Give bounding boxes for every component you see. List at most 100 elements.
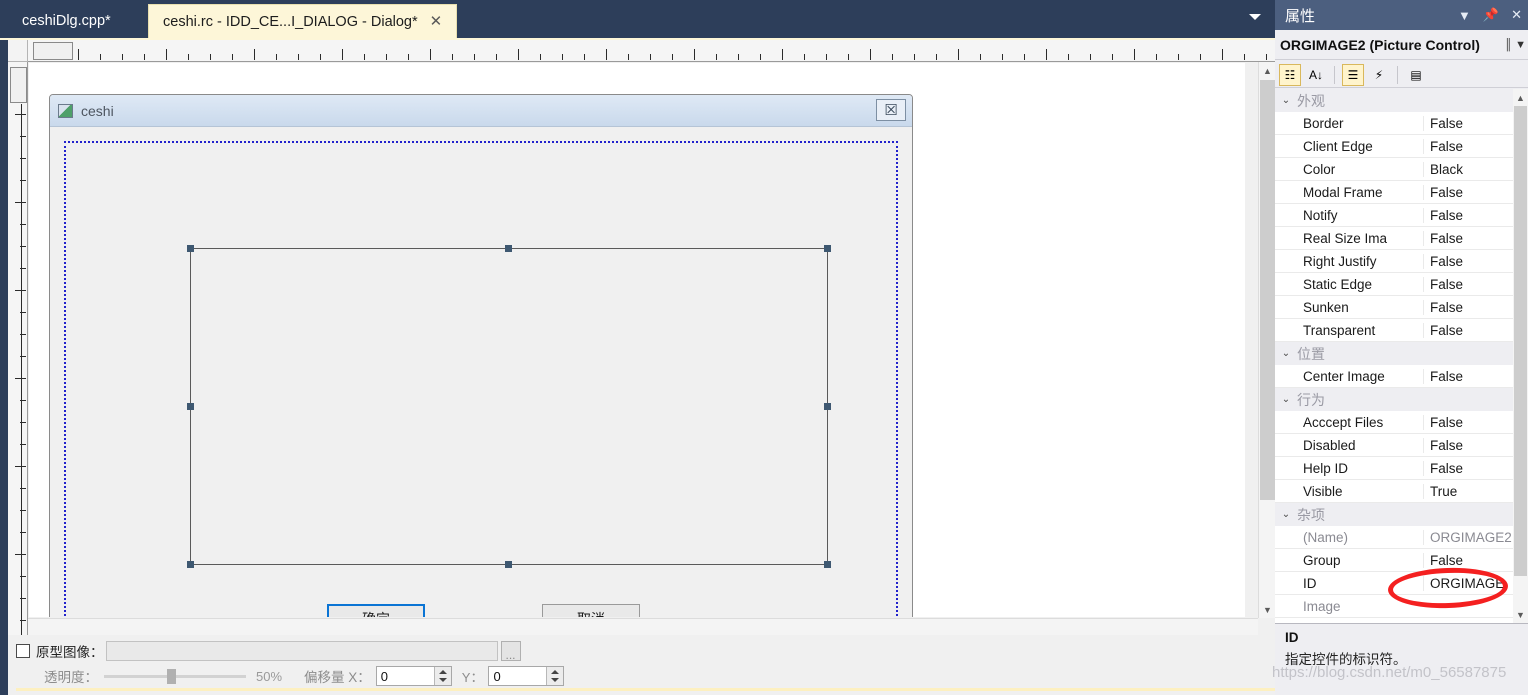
ruler-tick	[430, 49, 431, 60]
properties-view-button[interactable]: ☰	[1342, 64, 1364, 86]
slider-thumb[interactable]	[167, 669, 176, 684]
close-icon[interactable]: ✕	[430, 14, 443, 29]
property-row[interactable]: Static EdgeFalse	[1275, 273, 1528, 296]
ruler-tick	[20, 532, 26, 533]
ruler-tick	[1200, 54, 1201, 60]
property-row[interactable]: Acccept FilesFalse	[1275, 411, 1528, 434]
chevron-down-icon[interactable]: ⌄	[1275, 95, 1297, 106]
property-row[interactable]: BorderFalse	[1275, 112, 1528, 135]
resize-handle-se[interactable]	[824, 561, 831, 568]
chevron-down-icon[interactable]: ⌄	[1275, 348, 1297, 359]
offset-x-spin-buttons[interactable]	[434, 667, 451, 685]
properties-vertical-scrollbar[interactable]: ▲ ▼	[1513, 89, 1528, 623]
ruler-tick	[1222, 49, 1223, 60]
property-row[interactable]: SunkenFalse	[1275, 296, 1528, 319]
property-category-行为[interactable]: ⌄行为	[1275, 388, 1528, 411]
scrollbar-thumb[interactable]	[1260, 80, 1275, 500]
dialog-title-bar[interactable]: ceshi ☒	[50, 95, 912, 127]
pin-icon[interactable]: 📌	[1483, 7, 1499, 23]
tab-ceshidlg-cpp[interactable]: ceshiDlg.cpp*	[8, 4, 125, 38]
property-category-杂项[interactable]: ⌄杂项	[1275, 503, 1528, 526]
property-pages-button[interactable]: ▤	[1405, 64, 1427, 86]
scroll-up-icon[interactable]: ▲	[1259, 62, 1276, 79]
property-row[interactable]: ColorBlack	[1275, 158, 1528, 181]
transparency-label: 透明度：	[44, 666, 98, 686]
spin-down-icon[interactable]	[439, 678, 447, 682]
transparency-slider[interactable]	[104, 666, 246, 686]
property-name: Image	[1303, 599, 1421, 614]
ruler-tick	[562, 54, 563, 60]
properties-title-bar: 属性 ▼ 📌 ✕	[1275, 0, 1528, 30]
ruler-h-marker[interactable]	[33, 42, 73, 60]
scroll-up-icon[interactable]: ▲	[1513, 89, 1528, 106]
property-row[interactable]: TransparentFalse	[1275, 319, 1528, 342]
scroll-down-icon[interactable]: ▼	[1513, 606, 1528, 623]
property-category-位置[interactable]: ⌄位置	[1275, 342, 1528, 365]
resize-handle-e[interactable]	[824, 403, 831, 410]
property-row[interactable]: Real Size ImaFalse	[1275, 227, 1528, 250]
close-icon[interactable]: ✕	[1511, 7, 1522, 23]
property-row[interactable]: Center ImageFalse	[1275, 365, 1528, 388]
close-icon[interactable]: ☒	[876, 99, 906, 121]
ruler-tick	[20, 268, 26, 269]
design-canvas[interactable]: ceshi ☒ 确定 取消	[29, 63, 1245, 617]
ruler-v-marker[interactable]	[10, 67, 27, 103]
property-row[interactable]: Help IDFalse	[1275, 457, 1528, 480]
ruler-tick	[20, 444, 26, 445]
resize-handle-s[interactable]	[505, 561, 512, 568]
resize-handle-n[interactable]	[505, 245, 512, 252]
offset-y-spin-buttons[interactable]	[546, 667, 563, 685]
chevron-down-icon[interactable]: ▼	[1458, 8, 1471, 23]
vertical-ruler[interactable]	[8, 62, 28, 635]
property-category-外观[interactable]: ⌄外观	[1275, 89, 1528, 112]
property-row[interactable]: Right JustifyFalse	[1275, 250, 1528, 273]
spin-down-icon[interactable]	[551, 678, 559, 682]
alphabetical-sort-button[interactable]: A↓	[1305, 64, 1327, 86]
chevron-down-icon[interactable]: ▼	[1515, 39, 1526, 51]
chevron-down-icon[interactable]: ⌄	[1275, 394, 1297, 405]
scroll-down-icon[interactable]: ▼	[1259, 601, 1276, 618]
dialog-client-area[interactable]: 确定 取消	[64, 141, 898, 617]
property-row[interactable]: (Name)ORGIMAGE2 (P	[1275, 526, 1528, 549]
offset-y-stepper[interactable]: 0	[488, 666, 564, 686]
dialog-preview-window[interactable]: ceshi ☒ 确定 取消	[49, 94, 913, 617]
cancel-button[interactable]: 取消	[542, 604, 640, 617]
resize-handle-nw[interactable]	[187, 245, 194, 252]
offset-x-label: 偏移量 X：	[304, 666, 371, 686]
property-row[interactable]: VisibleTrue	[1275, 480, 1528, 503]
property-row[interactable]: GroupFalse	[1275, 549, 1528, 572]
property-row[interactable]: Client EdgeFalse	[1275, 135, 1528, 158]
canvas-horizontal-scrollbar[interactable]	[28, 618, 1258, 635]
picture-control-orgimage2[interactable]	[190, 248, 828, 565]
spin-up-icon[interactable]	[439, 670, 447, 674]
chevron-down-icon[interactable]	[1249, 14, 1261, 20]
resize-handle-w[interactable]	[187, 403, 194, 410]
canvas-vertical-scrollbar[interactable]: ▲ ▼	[1258, 62, 1275, 618]
tab-label: ceshiDlg.cpp*	[22, 13, 111, 29]
property-row[interactable]: DisabledFalse	[1275, 434, 1528, 457]
horizontal-ruler[interactable]: /* ticks injected below */	[28, 40, 1275, 62]
editor-tab-strip: ceshiDlg.cpp* ceshi.rc - IDD_CE...I_DIAL…	[0, 0, 1275, 38]
browse-button[interactable]: ...	[501, 641, 521, 661]
property-name: ID	[1303, 576, 1421, 591]
categorized-view-button[interactable]: ☷	[1279, 64, 1301, 86]
tab-ceshi-rc-dialog[interactable]: ceshi.rc - IDD_CE...I_DIALOG - Dialog* ✕	[148, 4, 457, 38]
chevron-down-icon[interactable]: ⌄	[1275, 509, 1297, 520]
property-row[interactable]: NotifyFalse	[1275, 204, 1528, 227]
ok-button[interactable]: 确定	[327, 604, 425, 617]
resize-handle-ne[interactable]	[824, 245, 831, 252]
offset-x-stepper[interactable]: 0	[376, 666, 452, 686]
property-row[interactable]: Image	[1275, 595, 1528, 618]
prototype-image-checkbox[interactable]	[16, 644, 30, 658]
events-view-button[interactable]: ⚡	[1368, 64, 1390, 86]
object-selector-dropdown[interactable]: ║ ▼	[1504, 39, 1526, 51]
object-selector[interactable]: ORGIMAGE2 (Picture Control) ║ ▼	[1275, 30, 1528, 60]
spin-up-icon[interactable]	[551, 670, 559, 674]
prototype-path-input[interactable]	[106, 641, 498, 661]
property-row[interactable]: Modal FrameFalse	[1275, 181, 1528, 204]
ruler-tick	[584, 54, 585, 60]
properties-grid[interactable]: ⌄外观BorderFalseClient EdgeFalseColorBlack…	[1275, 89, 1528, 623]
property-row[interactable]: IDORGIMAGE	[1275, 572, 1528, 595]
resize-handle-sw[interactable]	[187, 561, 194, 568]
scrollbar-thumb[interactable]	[1514, 106, 1527, 576]
